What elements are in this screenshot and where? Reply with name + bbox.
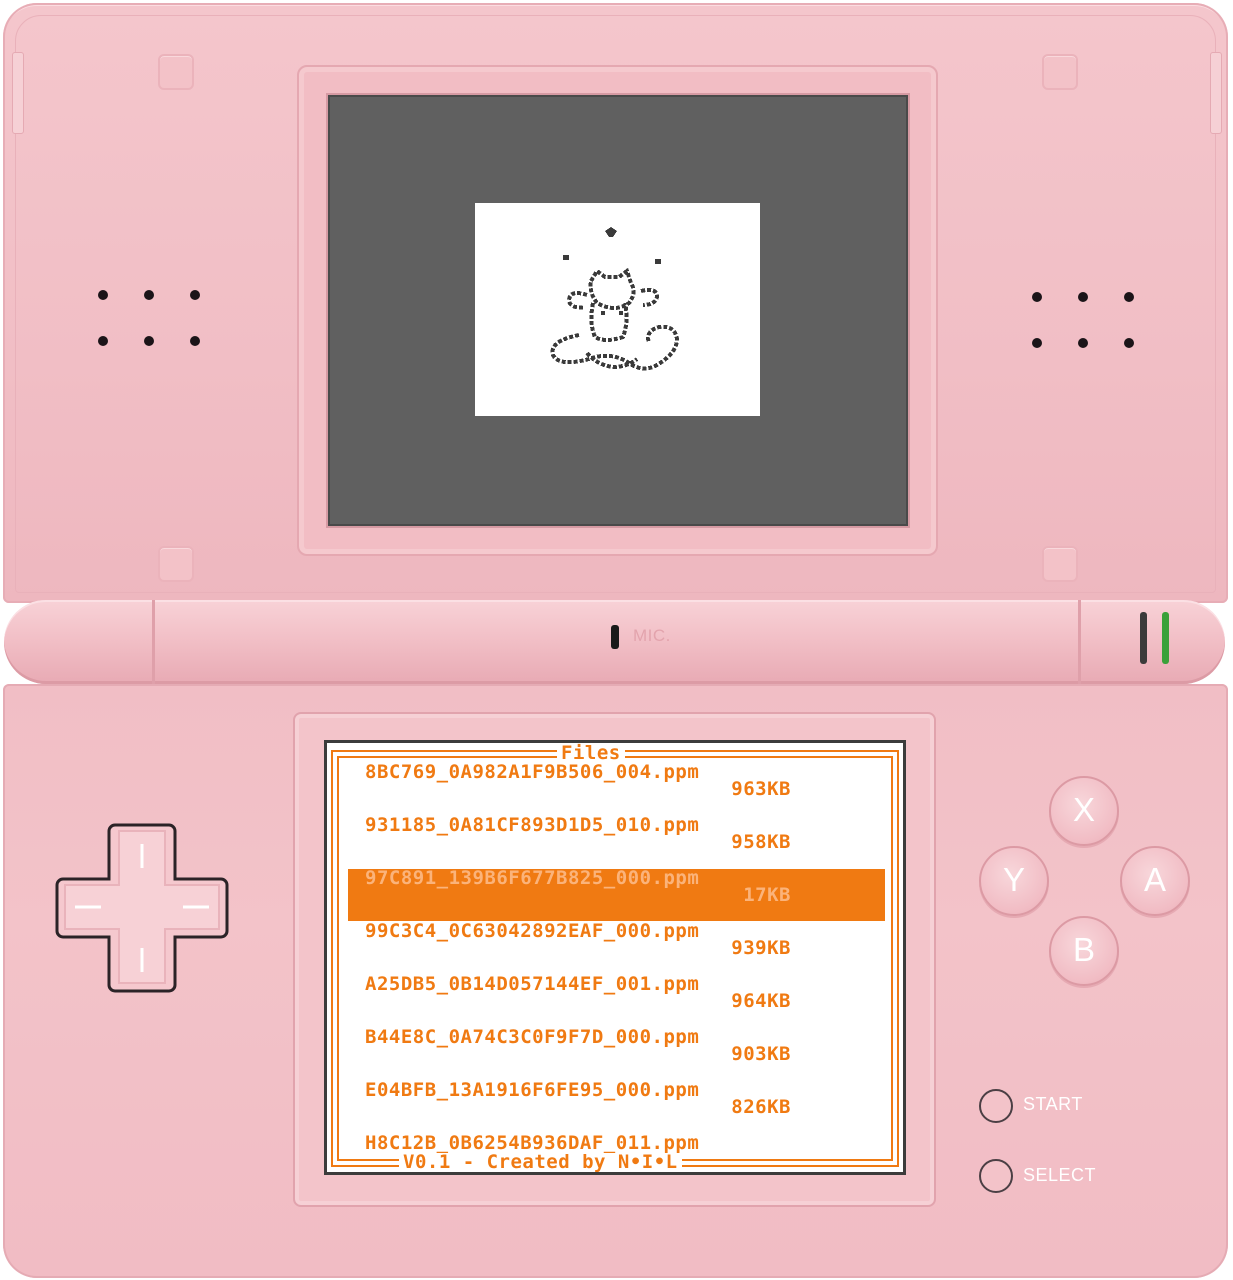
microphone-icon: [611, 625, 619, 649]
file-list-item[interactable]: 97C891_139B6F677B825_000.ppm 17KB: [327, 867, 903, 921]
version-footer: V0.1 - Created by N•I•L: [399, 1153, 682, 1172]
speaker-hole: [1032, 292, 1042, 302]
speaker-hole: [190, 290, 200, 300]
speaker-hole: [144, 290, 154, 300]
side-tab-right: [1210, 52, 1222, 134]
speaker-hole: [144, 336, 154, 346]
file-list-item[interactable]: 99C3C4_0C63042892EAF_000.ppm 939KB: [327, 922, 903, 958]
hinge-divider-right: [1078, 600, 1081, 684]
cat-juggling-drawing-icon: [550, 227, 680, 371]
file-list: 8BC769_0A982A1F9B506_004.ppm 963KB 931185_…: [327, 763, 903, 1153]
speaker-hole: [98, 336, 108, 346]
hinge-divider-left: [152, 600, 155, 684]
file-name: 97C891_139B6F677B825_000.ppm: [365, 867, 700, 889]
side-tab-left: [12, 52, 24, 134]
select-label: SELECT: [1023, 1165, 1097, 1185]
flipnote-preview-thumbnail: [475, 203, 760, 416]
power-led-indicator: [1162, 612, 1169, 664]
dpad[interactable]: [55, 822, 229, 994]
hinge-bumper-top-right: [1042, 54, 1078, 90]
hinge-bumper-top-left: [158, 54, 194, 90]
speaker-hole: [1124, 338, 1134, 348]
file-size: 903KB: [731, 1043, 791, 1065]
file-size: 939KB: [731, 937, 791, 959]
file-size: 826KB: [731, 1096, 791, 1118]
speaker-hole: [1032, 338, 1042, 348]
speaker-hole: [190, 336, 200, 346]
file-list-item[interactable]: 931185_0A81CF893D1D5_010.ppm 958KB: [327, 816, 903, 852]
speaker-hole: [1078, 292, 1088, 302]
file-name: 8BC769_0A982A1F9B506_004.ppm: [365, 761, 700, 783]
select-button[interactable]: [979, 1159, 1013, 1193]
speaker-hole: [1078, 338, 1088, 348]
file-list-item[interactable]: B44E8C_0A74C3C0F9F7D_000.ppm 903KB: [327, 1028, 903, 1064]
start-button[interactable]: [979, 1089, 1013, 1123]
file-list-title: Files: [557, 744, 625, 763]
file-size: 963KB: [731, 778, 791, 800]
b-button[interactable]: B: [1049, 916, 1119, 986]
file-name: A25DB5_0B14D057144EF_001.ppm: [365, 973, 700, 995]
top-screen: [326, 93, 910, 528]
speaker-hole: [98, 290, 108, 300]
x-button[interactable]: X: [1049, 776, 1119, 846]
file-size: 958KB: [731, 831, 791, 853]
file-name: 99C3C4_0C63042892EAF_000.ppm: [365, 920, 700, 942]
file-name: B44E8C_0A74C3C0F9F7D_000.ppm: [365, 1026, 700, 1048]
y-button[interactable]: Y: [979, 846, 1049, 916]
file-list-item[interactable]: A25DB5_0B14D057144EF_001.ppm 964KB: [327, 975, 903, 1011]
file-name: H8C12B_0B6254B936DAF_011.ppm: [365, 1132, 700, 1154]
file-name: 931185_0A81CF893D1D5_010.ppm: [365, 814, 700, 836]
hinge-bumper-bottom-right: [1042, 546, 1078, 582]
file-size: 964KB: [731, 990, 791, 1012]
file-name: E04BFB_13A1916F6FE95_000.ppm: [365, 1079, 700, 1101]
file-size: 17KB: [743, 884, 791, 906]
charge-led-indicator: [1140, 612, 1147, 664]
mic-label: MIC.: [633, 626, 671, 645]
start-label: START: [1023, 1094, 1083, 1114]
a-button[interactable]: A: [1120, 846, 1190, 916]
file-list-item[interactable]: 8BC769_0A982A1F9B506_004.ppm 963KB: [327, 763, 903, 799]
file-list-item[interactable]: E04BFB_13A1916F6FE95_000.ppm 826KB: [327, 1081, 903, 1117]
hinge-bumper-bottom-left: [158, 546, 194, 582]
touch-screen-file-browser[interactable]: Files 8BC769_0A982A1F9B506_004.ppm 963KB 9…: [324, 740, 906, 1175]
speaker-hole: [1124, 292, 1134, 302]
